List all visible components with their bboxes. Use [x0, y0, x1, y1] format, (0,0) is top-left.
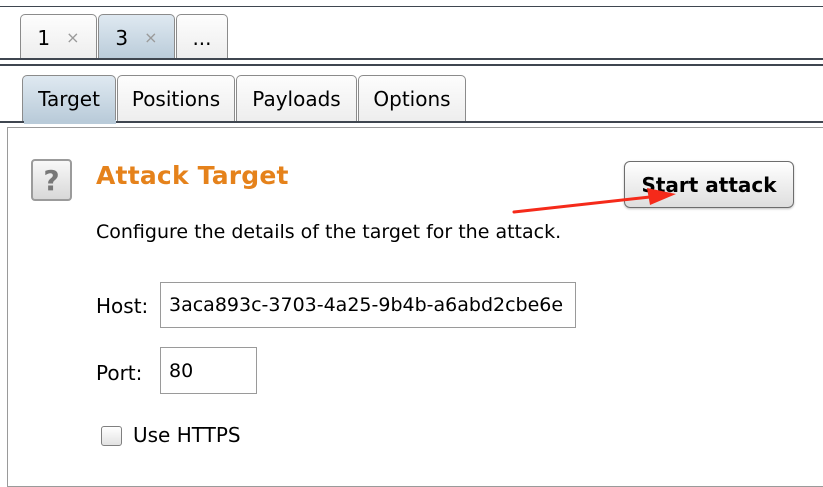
close-icon[interactable]: × — [144, 28, 157, 48]
section-title: Attack Target — [96, 161, 289, 190]
new-tab-button[interactable]: ... — [176, 14, 228, 60]
tab-positions-label: Positions — [131, 87, 221, 111]
section-description: Configure the details of the target for … — [96, 221, 562, 243]
instance-tab-3[interactable]: 3 × — [98, 14, 175, 60]
port-value: 80 — [169, 359, 194, 382]
active-tab-join — [24, 120, 116, 124]
host-field[interactable]: 3aca893c-3703-4a25-9b4b-a6abd2cbe6e — [160, 282, 576, 328]
instance-tab-1[interactable]: 1 × — [20, 14, 97, 60]
close-icon[interactable]: × — [66, 28, 79, 48]
tab-strip-border — [0, 6, 823, 7]
port-field[interactable]: 80 — [160, 347, 257, 394]
sub-tab-divider — [0, 121, 823, 123]
host-label: Host: — [96, 294, 149, 318]
port-label: Port: — [96, 361, 143, 385]
host-value: 3aca893c-3703-4a25-9b4b-a6abd2cbe6e — [169, 294, 564, 316]
tab-strip-divider-lower — [0, 64, 823, 66]
use-https-checkbox[interactable] — [101, 426, 122, 446]
instance-tab-3-label: 3 — [115, 25, 129, 50]
start-attack-label: Start attack — [641, 172, 777, 197]
tab-positions[interactable]: Positions — [117, 75, 235, 122]
use-https-label[interactable]: Use HTTPS — [133, 423, 241, 447]
new-tab-label: ... — [192, 25, 212, 50]
tab-options-label: Options — [373, 87, 451, 111]
tab-payloads[interactable]: Payloads — [236, 75, 357, 122]
help-icon[interactable]: ? — [31, 159, 72, 201]
help-glyph: ? — [43, 163, 60, 197]
instance-tab-1-label: 1 — [37, 25, 51, 50]
start-attack-button[interactable]: Start attack — [624, 161, 794, 208]
tab-target-label: Target — [38, 87, 100, 111]
tab-payloads-label: Payloads — [252, 87, 341, 111]
tab-options[interactable]: Options — [358, 75, 466, 122]
tab-target[interactable]: Target — [22, 75, 116, 122]
tab-strip-divider — [0, 58, 823, 60]
